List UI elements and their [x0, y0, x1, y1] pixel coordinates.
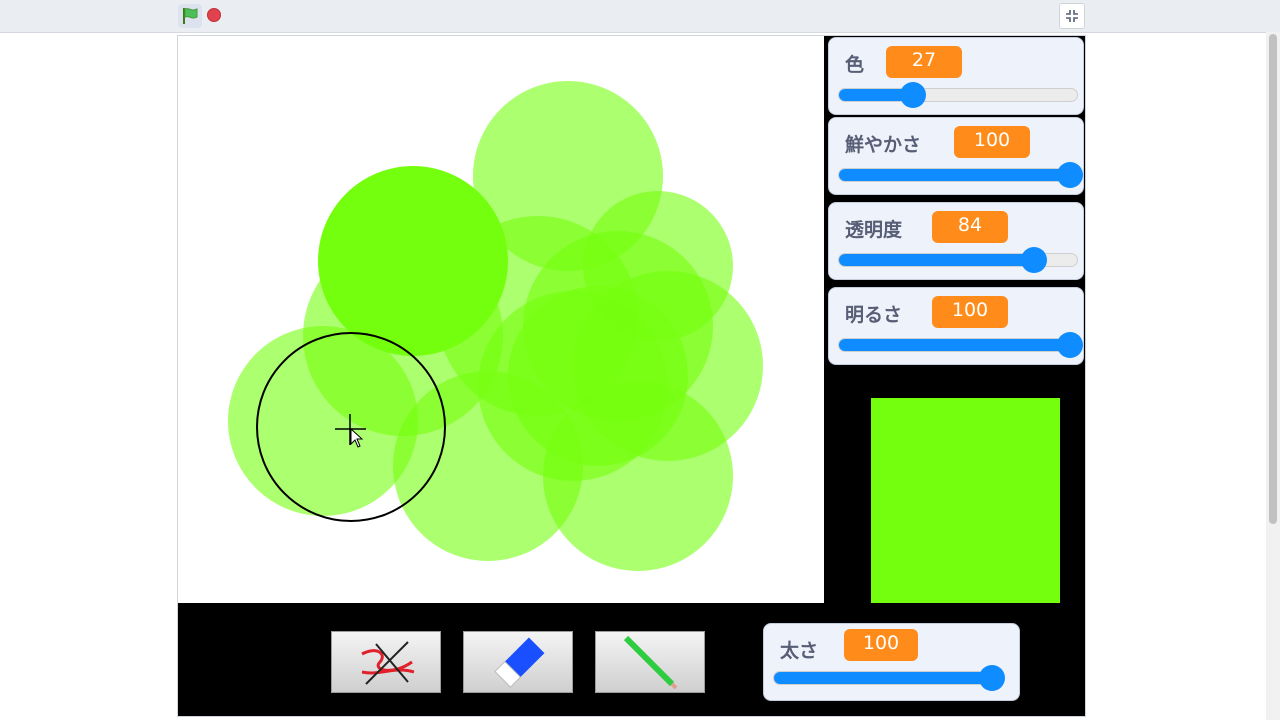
project-stage: 色 27 鮮やかさ 100 透明度 84 明るさ 100 太さ 100: [177, 35, 1086, 717]
slider-knob[interactable]: [900, 82, 926, 108]
slider-label: 明るさ: [845, 304, 903, 326]
saturation-slider-panel: 鮮やかさ 100: [828, 117, 1084, 195]
pen-button[interactable]: [595, 631, 705, 693]
slider-label: 透明度: [845, 219, 903, 241]
slider-knob[interactable]: [1057, 162, 1083, 188]
color-preview-swatch: [871, 398, 1060, 603]
brightness-slider[interactable]: [838, 332, 1083, 358]
color-slider-panel: 色 27: [828, 37, 1084, 115]
drawing-canvas[interactable]: [178, 36, 824, 603]
stage-toolbar: [0, 0, 1280, 33]
value-badge: 100: [932, 296, 1008, 328]
clear-all-button[interactable]: [331, 631, 441, 693]
stop-button[interactable]: [207, 8, 221, 22]
slider-fill: [839, 339, 1070, 351]
transparency-slider-panel: 透明度 84: [828, 202, 1084, 280]
value-badge: 84: [932, 211, 1008, 243]
slider-label: 色: [845, 54, 865, 76]
green-flag-button[interactable]: [178, 4, 202, 28]
saturation-slider[interactable]: [838, 162, 1083, 188]
slider-fill: [839, 169, 1070, 181]
slider-knob[interactable]: [1057, 332, 1083, 358]
brightness-slider-panel: 明るさ 100: [828, 287, 1084, 365]
page-scrollbar[interactable]: [1266, 32, 1280, 720]
slider-knob[interactable]: [1021, 247, 1047, 273]
transparency-slider[interactable]: [838, 247, 1078, 273]
thickness-slider-panel: 太さ 100: [763, 623, 1020, 701]
value-badge: 100: [954, 126, 1030, 158]
slider-knob[interactable]: [979, 665, 1005, 691]
exit-fullscreen-button[interactable]: [1059, 3, 1085, 29]
color-slider[interactable]: [838, 82, 1078, 108]
slider-label: 太さ: [780, 640, 819, 662]
slider-label: 鮮やかさ: [845, 134, 922, 156]
eraser-button[interactable]: [463, 631, 573, 693]
value-badge: 27: [886, 46, 962, 78]
slider-fill: [774, 672, 992, 684]
scrollbar-thumb[interactable]: [1269, 34, 1277, 524]
thickness-slider[interactable]: [773, 665, 1005, 691]
value-badge: 100: [844, 629, 918, 661]
slider-fill: [839, 254, 1034, 266]
